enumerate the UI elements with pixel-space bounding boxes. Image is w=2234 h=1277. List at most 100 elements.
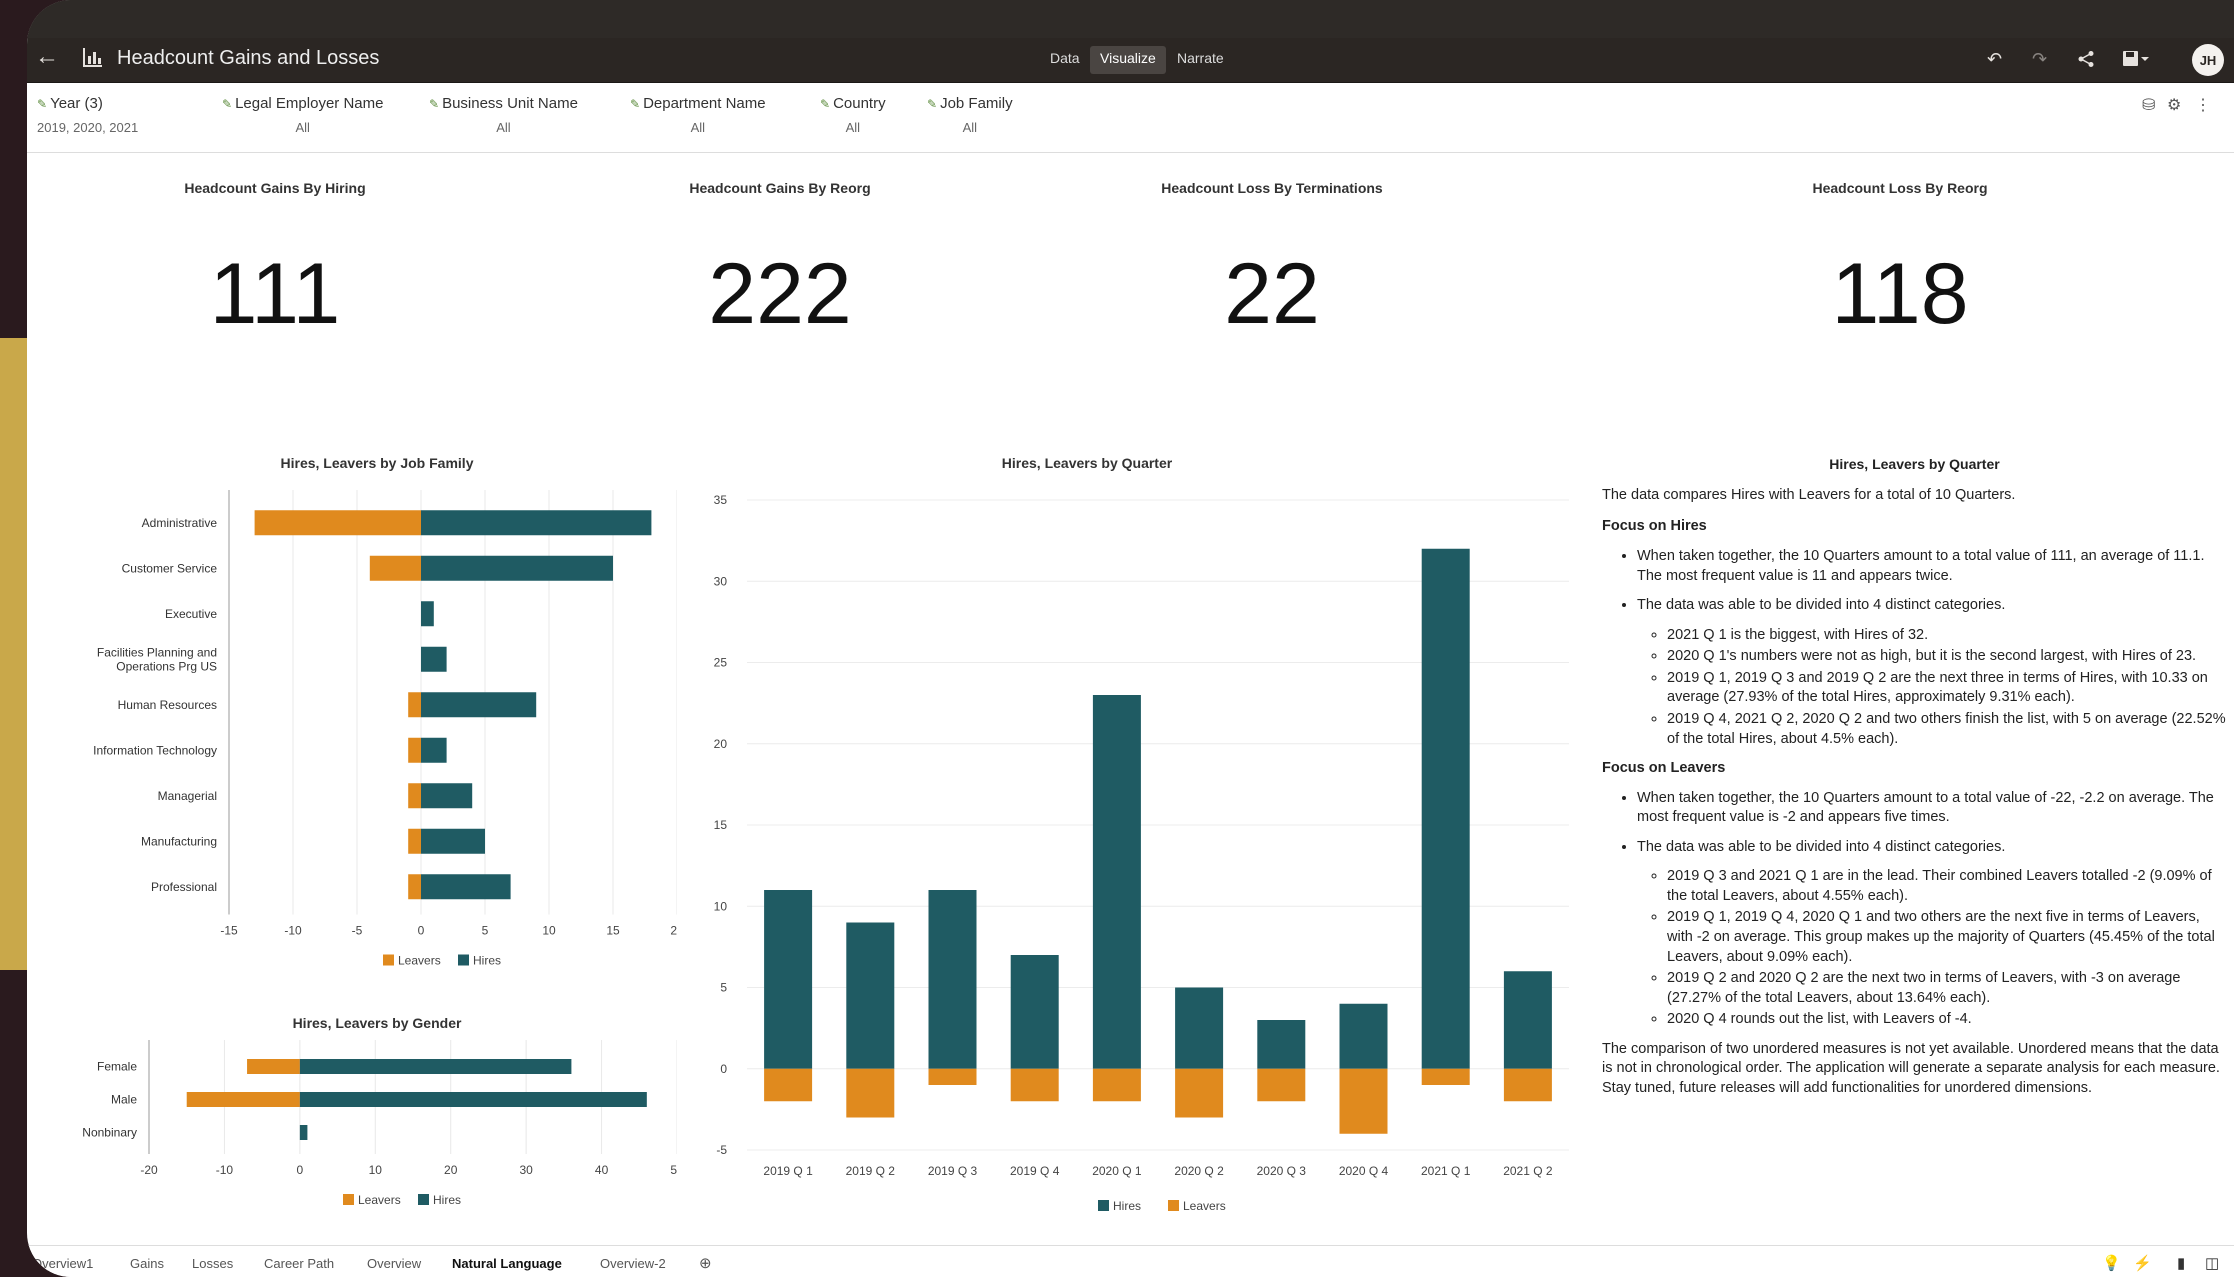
pin-icon: ✎ [927,97,938,111]
kpi-value: 222 [708,246,852,342]
save-icon[interactable] [2122,50,2150,71]
y-tick-label: 20 [714,737,728,751]
category-label: Operations Prg US [116,659,217,673]
database-icon[interactable]: ⛁ [2142,95,2155,115]
filter-label: Job Family [940,95,1013,112]
panel-toggle-icon[interactable]: ▮ [2177,1254,2185,1272]
bar-leavers [369,555,421,581]
kpi-title: Headcount Gains By Reorg [689,180,871,196]
bar-leavers [408,874,421,900]
x-tick-label: 30 [519,1163,533,1177]
x-tick-label: 5 [482,924,489,938]
filter-label: Year (3) [50,95,103,112]
filter-value: All [295,120,310,135]
back-arrow-icon[interactable]: ← [35,45,65,75]
filter-bar: ✎ Year (3) 2019, 2020, 2021 ✎ Legal Employ… [27,83,2234,153]
add-canvas-icon[interactable]: ⊕ [699,1254,712,1272]
share-icon[interactable] [2077,50,2095,71]
filter-label: Country [833,95,886,112]
legend-label: Leavers [1183,1199,1226,1213]
narrative-sub-bullet: 2019 Q 3 and 2021 Q 1 are in the lead. T… [1667,867,2227,906]
bar-hires [421,601,434,627]
bar-leavers [254,510,421,536]
tab-natural-language[interactable]: Natural Language [452,1256,562,1271]
tab-overview[interactable]: Overview [367,1256,421,1271]
narrative-sub-bullet: 2019 Q 2 and 2020 Q 2 are the next two i… [1667,969,2227,1008]
category-label: Male [111,1093,137,1107]
bar-hires [421,828,485,854]
tab-narrate[interactable]: Narrate [1167,46,1234,74]
y-tick-label: 35 [714,493,728,507]
tab-overview1[interactable]: Overview1 [32,1256,93,1271]
chart-hires-leavers-quarter[interactable]: -5 0 5 10 15 20 25 30 35 2019 Q 1 2019 Q 2 2019 Q 3… [687,480,1587,1220]
bar-hires [1092,695,1141,1069]
narrative-sub-bullet: 2019 Q 4, 2021 Q 2, 2020 Q 2 and two oth… [1667,710,2227,749]
undo-icon[interactable]: ↶ [1987,50,2002,68]
filter-department[interactable]: ✎ Department Name All [630,95,766,135]
filter-legal-employer[interactable]: ✎ Legal Employer Name All [222,95,383,135]
filter-job-family[interactable]: ✎ Job Family All [927,95,1013,135]
narrative-panel: Hires, Leavers by Quarter The data compa… [1602,455,2227,1111]
filter-year[interactable]: ✎ Year (3) 2019, 2020, 2021 [37,95,138,135]
filter-business-unit[interactable]: ✎ Business Unit Name All [429,95,578,135]
chart-icon [82,46,108,72]
bar-hires [421,783,473,809]
bar-leavers [1175,1068,1224,1118]
tab-career-path[interactable]: Career Path [264,1256,334,1271]
redo-icon[interactable]: ↷ [2032,50,2047,68]
narrative-bullet: When taken together, the 10 Quarters amo… [1637,547,2227,586]
filter-label: Legal Employer Name [235,95,384,112]
filter-value: All [845,120,861,135]
category-label: Manufacturing [141,834,217,848]
narrative-outro: The comparison of two unordered measures… [1602,1040,2220,1096]
x-tick-label: 2020 Q 4 [1339,1164,1389,1178]
settings-icon[interactable]: ⚙ [2167,95,2181,115]
filter-country[interactable]: ✎ Country All [820,95,886,135]
x-tick-label: 2019 Q 2 [846,1164,896,1178]
narrative-sub-bullet: 2021 Q 1 is the biggest, with Hires of 3… [1667,626,2227,646]
bar-hires [299,1059,572,1074]
x-tick-label: 20 [444,1163,458,1177]
bar-hires [421,874,511,900]
lightbulb-icon[interactable]: 💡 [2102,1254,2121,1272]
bar-leavers [247,1059,300,1074]
bar-leavers [1339,1068,1388,1134]
chart-hires-leavers-job-family[interactable]: -15 -10 -5 0 5 10 15 20 Administrative Customer S… [27,480,677,980]
avatar[interactable]: JH [2192,44,2224,76]
legend-swatch-hires [1098,1200,1109,1211]
category-label: Information Technology [93,743,217,757]
pin-icon: ✎ [222,97,233,111]
narrative-intro: The data compares Hires with Leavers for… [1602,486,2016,503]
bar-leavers [408,737,421,763]
narrative-heading: Focus on Leavers [1602,760,1726,777]
bar-hires [846,922,895,1069]
x-tick-label: 20 [670,924,677,938]
bar-leavers [408,828,421,854]
x-tick-label: 2020 Q 3 [1257,1164,1307,1178]
bar-hires [1010,955,1059,1069]
x-tick-label: 10 [369,1163,383,1177]
legend-label: Hires [1113,1199,1141,1213]
lightning-icon[interactable]: ⚡ [2133,1254,2152,1272]
y-tick-label: -5 [716,1143,727,1157]
kpi-value: 111 [209,246,341,342]
layout-icon[interactable]: ◫ [2205,1254,2219,1272]
tab-losses[interactable]: Losses [192,1256,233,1271]
workbook-title: Headcount Gains and Losses [117,47,380,69]
chart-hires-leavers-gender[interactable]: -20 -10 0 10 20 30 40 50 Female Male Nonbinary Leav… [27,1040,677,1220]
tab-data[interactable]: Data [1040,46,1090,74]
narrative-bullet: When taken together, the 10 Quarters amo… [1637,789,2227,828]
y-tick-label: 5 [720,981,727,995]
tab-visualize[interactable]: Visualize [1090,46,1166,74]
tab-gains[interactable]: Gains [130,1256,164,1271]
bar-hires [421,692,537,718]
narrative-heading: Focus on Hires [1602,518,1707,535]
bar-hires [421,646,447,672]
legend-swatch-hires [418,1194,429,1205]
more-menu-icon[interactable]: ⋮ [2195,95,2211,115]
filter-value: All [690,120,706,135]
tab-overview-2[interactable]: Overview-2 [600,1256,666,1271]
legend-label: Hires [473,954,501,968]
kpi-title: Headcount Loss By Reorg [1812,180,1988,196]
x-tick-label: -5 [352,924,363,938]
